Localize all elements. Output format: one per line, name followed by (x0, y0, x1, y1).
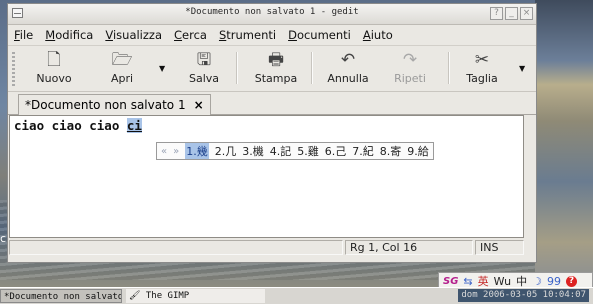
ime-candidate[interactable]: 9.給 (407, 143, 429, 159)
menu-strumenti[interactable]: Strumenti (219, 28, 276, 42)
text-editor[interactable]: ciao ciao ciao ci (9, 115, 524, 238)
ime-candidate[interactable]: 3.機 (242, 143, 264, 159)
new-button[interactable]: 🗋 Nuovo (32, 50, 76, 85)
ime-swap-icon[interactable]: ⇆ (463, 275, 472, 288)
next-page-icon[interactable]: » (173, 146, 179, 157)
ime-candidate[interactable]: 4.記 (270, 143, 292, 159)
new-document-icon: 🗋 (47, 50, 61, 70)
toolbar-overflow-arrow[interactable]: ▼ (519, 64, 525, 73)
ime-candidate[interactable]: 5.雞 (297, 143, 319, 159)
taskbar-item-gimp[interactable]: 🖌 The GIMP (126, 289, 265, 303)
cursor-position: Rg 1, Col 16 (345, 240, 473, 255)
folder-open-icon: 🗁 (111, 50, 133, 70)
help-button[interactable]: ? (490, 7, 503, 20)
editor-content[interactable]: ciao ciao ciao ci (14, 118, 142, 133)
toolbar-separator (448, 52, 450, 84)
toolbar-separator (311, 52, 313, 84)
toolbar-grip[interactable] (12, 52, 15, 86)
taskbar-item-gedit[interactable]: *Documento non salvato... (0, 289, 122, 303)
toolbar: 🗋 Nuovo 🗁 Apri ▼ 🖫 Salva 🖶 Stampa ↶ Annu… (8, 46, 536, 92)
document-tabs: *Documento non salvato 1 × (8, 92, 536, 115)
undo-button[interactable]: ↶ Annulla (324, 50, 372, 85)
floppy-save-icon: 🖫 (196, 50, 212, 70)
desktop-background-edge (535, 0, 593, 303)
clock[interactable]: dom 2006-03-05 10:04:07 (458, 289, 589, 302)
menu-aiuto[interactable]: Aiuto (363, 28, 393, 42)
tab-document-1[interactable]: *Documento non salvato 1 × (18, 94, 211, 115)
title-bar[interactable]: *Documento non salvato 1 - gedit ? _ × (8, 4, 536, 25)
cut-button[interactable]: ✂ Taglia (460, 50, 504, 85)
print-button[interactable]: 🖶 Stampa (252, 50, 300, 85)
ime-candidate[interactable]: 6.己 (325, 143, 347, 159)
toolbar-separator (236, 52, 238, 84)
input-method-label[interactable]: Wu (494, 275, 511, 288)
gimp-icon: 🖌 (129, 291, 146, 301)
save-button[interactable]: 🖫 Salva (184, 50, 224, 85)
window-buttons: ? _ × (490, 7, 533, 20)
ime-candidate[interactable]: 8.寄 (380, 143, 402, 159)
half-width-icon[interactable]: ☽ (532, 275, 542, 288)
scissors-icon: ✂ (474, 50, 490, 70)
close-button[interactable]: × (520, 7, 533, 20)
minimize-button[interactable]: _ (505, 7, 518, 20)
status-bar: Rg 1, Col 16 INS (9, 240, 524, 256)
redo-button[interactable]: ↷ Ripeti (388, 50, 432, 85)
ime-candidate[interactable]: 7.紀 (352, 143, 374, 159)
open-recent-dropdown[interactable]: ▼ (159, 64, 165, 73)
menu-cerca[interactable]: Cerca (174, 28, 207, 42)
menu-file[interactable]: File (14, 28, 33, 42)
tab-close-button[interactable]: × (194, 95, 204, 115)
scim-logo-icon[interactable]: SG (443, 276, 458, 287)
menu-modifica[interactable]: Modifica (45, 28, 93, 42)
punctuation-icon[interactable]: 99 (547, 275, 561, 288)
undo-icon: ↶ (340, 50, 356, 70)
taskbar: *Documento non salvato... 🖌 The GIMP dom… (0, 287, 593, 304)
ime-candidate-popup: « » 1.幾 2.几 3.機 4.記 5.雞 6.己 7.紀 8.寄 9.給 (156, 142, 434, 160)
printer-icon: 🖶 (267, 50, 285, 70)
preedit-text: ci (126, 118, 142, 133)
window-title: *Documento non salvato 1 - gedit (185, 7, 359, 17)
menu-bar: File Modifica Visualizza Cerca Strumenti… (8, 25, 536, 46)
redo-icon: ↷ (402, 50, 418, 70)
open-button[interactable]: 🗁 Apri (100, 50, 144, 85)
prev-page-icon[interactable]: « (161, 146, 167, 157)
menu-documenti[interactable]: Documenti (288, 28, 351, 42)
help-icon[interactable]: ? (565, 275, 577, 287)
menu-visualizza[interactable]: Visualizza (105, 28, 162, 42)
status-message (9, 240, 343, 255)
ime-candidate[interactable]: 2.几 (215, 143, 237, 159)
ime-candidate[interactable]: 1.幾 (185, 143, 209, 159)
insert-mode: INS (475, 240, 524, 255)
